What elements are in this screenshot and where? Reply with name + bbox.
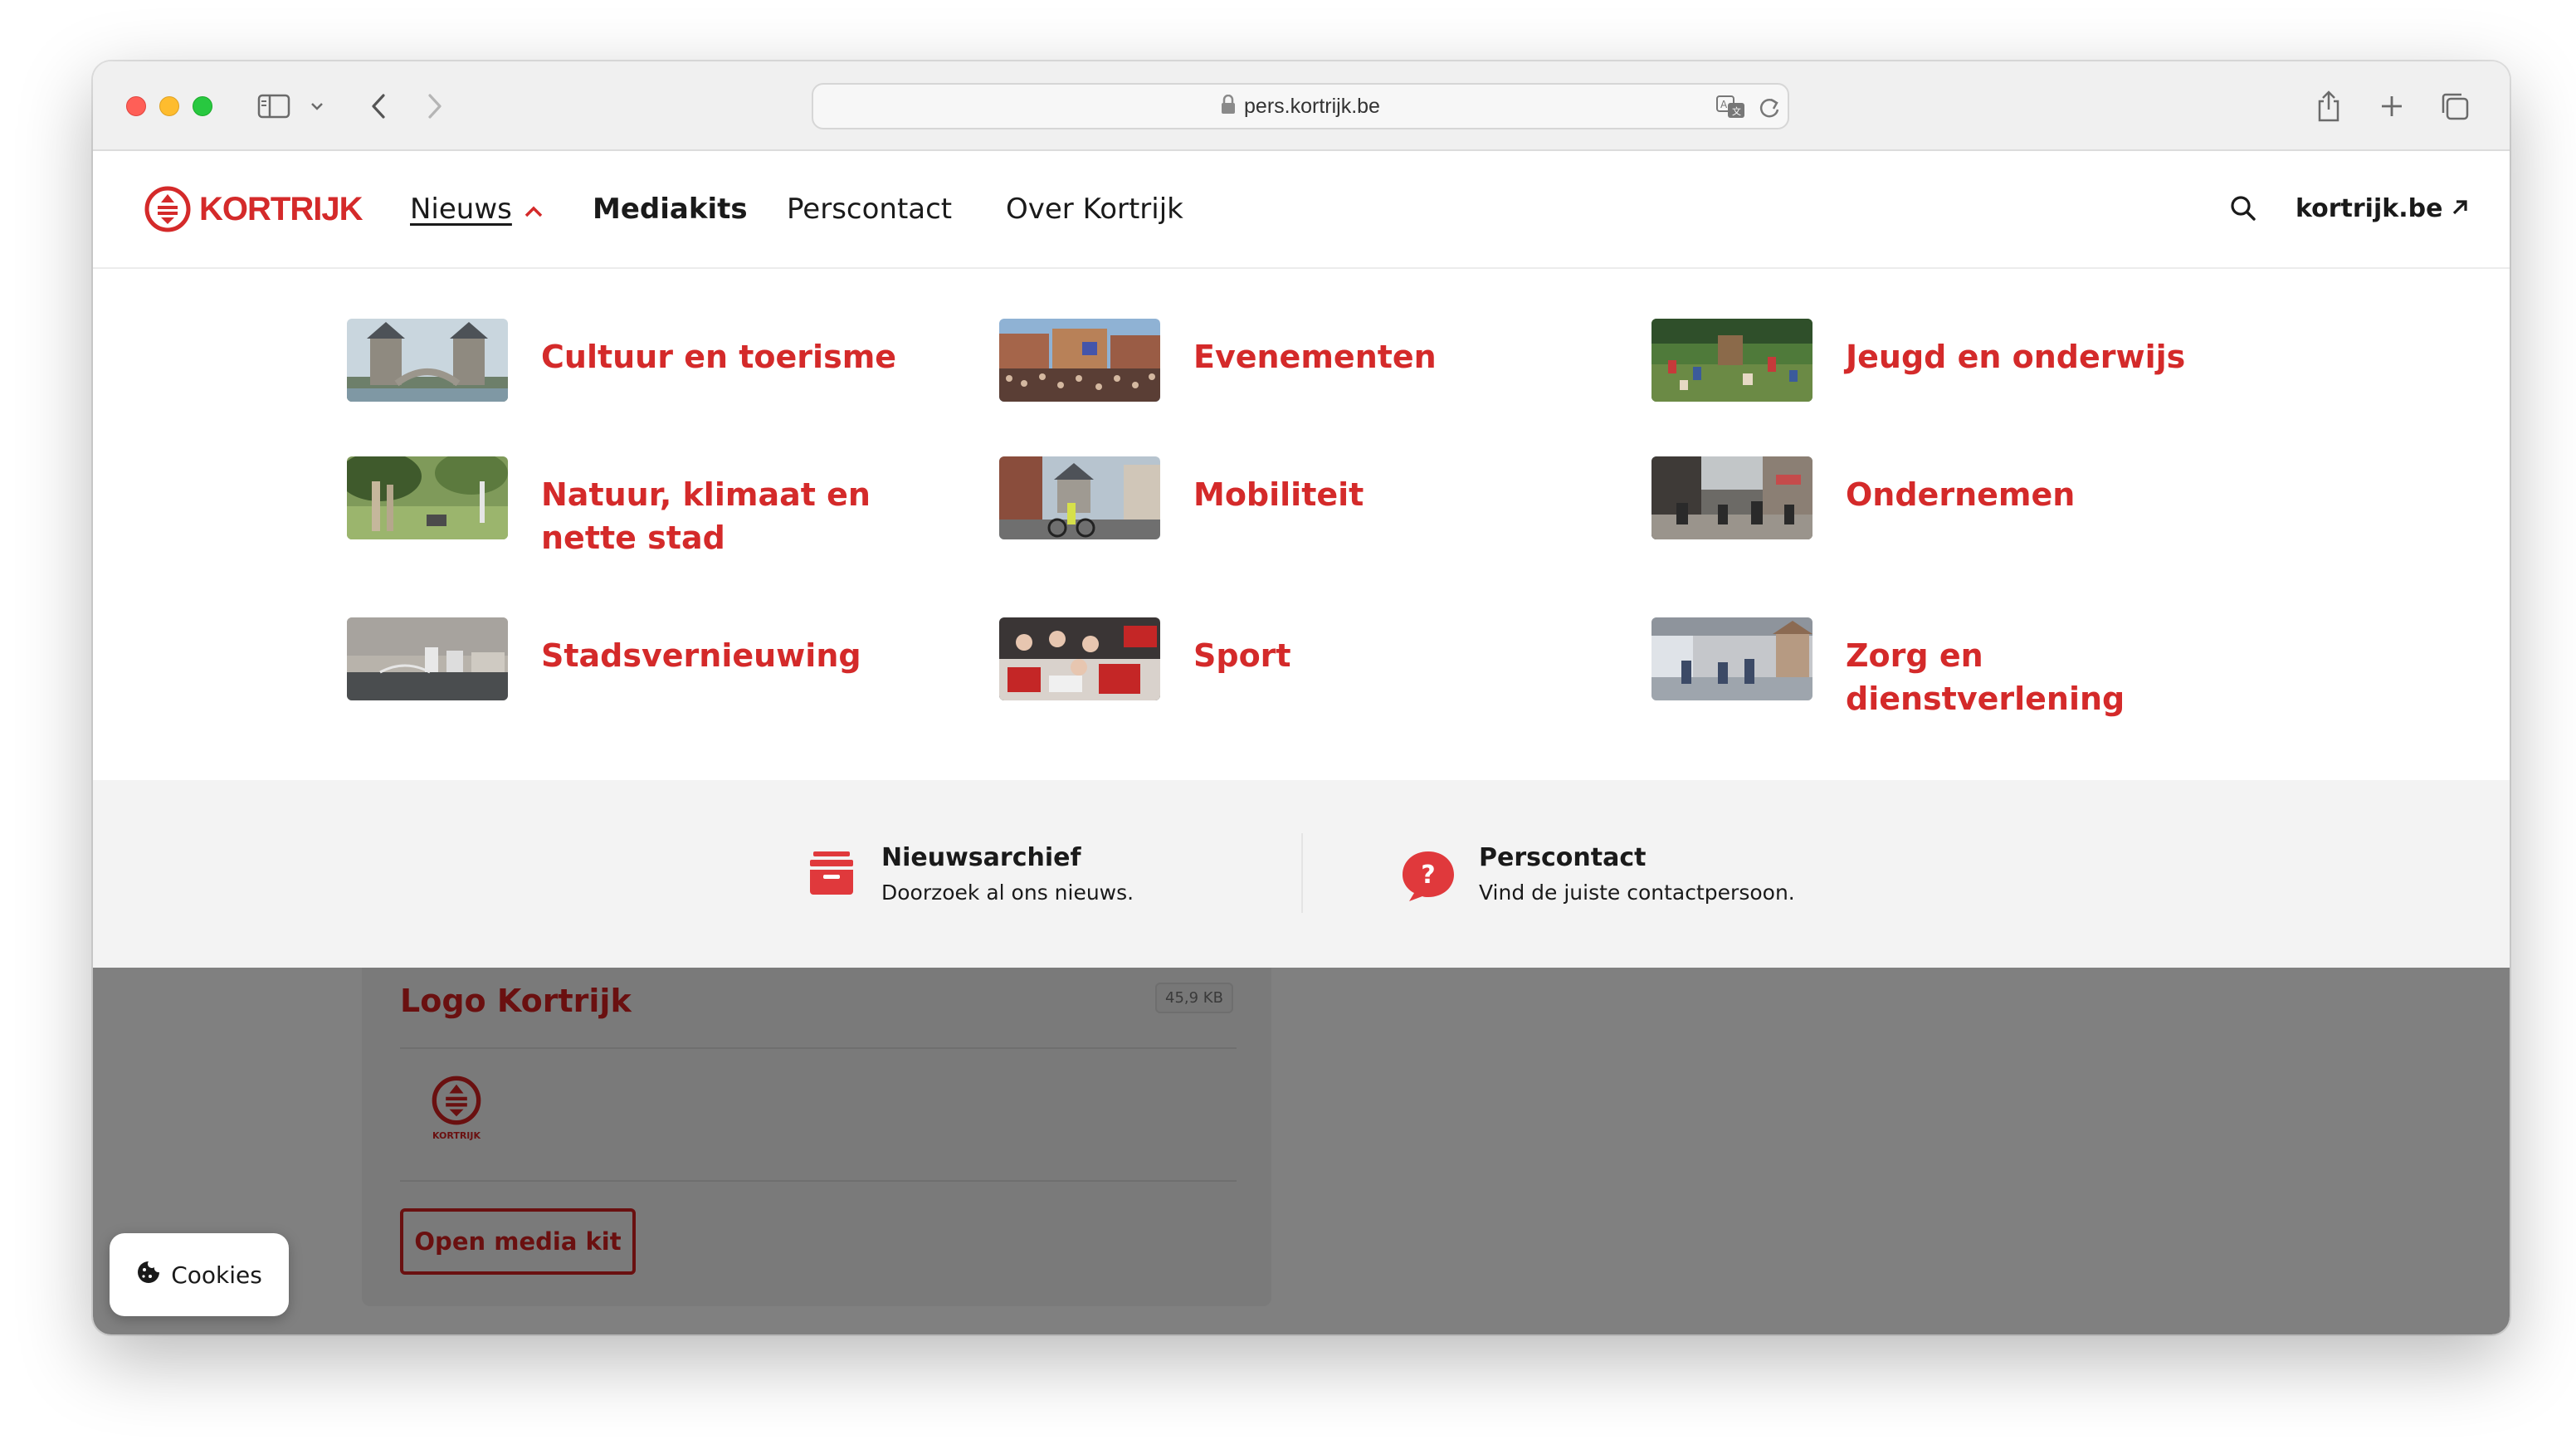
quick-link-title: Nieuwsarchief xyxy=(881,843,1081,872)
external-kortrijk-link[interactable]: kortrijk.be xyxy=(2295,194,2469,223)
back-icon[interactable] xyxy=(363,90,393,123)
share-icon[interactable] xyxy=(2314,90,2344,123)
nav-nieuws-label: Nieuws xyxy=(410,193,512,226)
category-label: Stadsvernieuwing xyxy=(541,637,861,674)
web-page: KORTRIJK Nieuws Mediakits Perscontact Ov… xyxy=(93,151,2510,1334)
thumbnail-image xyxy=(1651,319,1812,402)
category-label: Ondernemen xyxy=(1846,476,2076,513)
thumbnail-image xyxy=(347,319,508,402)
category-sport[interactable]: Sport xyxy=(999,617,1559,700)
kortrijk-logo[interactable]: KORTRIJK xyxy=(143,184,363,234)
cookies-button[interactable]: Cookies xyxy=(110,1233,289,1316)
quick-link-subtitle: Doorzoek al ons nieuws. xyxy=(881,881,1134,905)
category-cultuur-en-toerisme[interactable]: Cultuur en toerisme xyxy=(347,319,906,402)
open-media-kit-button[interactable]: Open media kit xyxy=(400,1208,636,1275)
lock-icon xyxy=(1221,94,1236,118)
question-bubble-icon: ? xyxy=(1401,850,1456,905)
site-header: KORTRIJK Nieuws Mediakits Perscontact Ov… xyxy=(93,151,2510,269)
file-size-badge: 45,9 KB xyxy=(1155,983,1233,1013)
quick-link-title: Perscontact xyxy=(1479,843,1647,872)
category-zorg-en-dienstverlening[interactable]: Zorg en dienstverlening xyxy=(1651,617,2211,720)
kortrijk-logo-preview: KORTRIJK xyxy=(423,1074,490,1141)
translate-icon[interactable]: A文 xyxy=(1716,95,1748,123)
minimize-window-button[interactable] xyxy=(159,96,179,116)
chevron-up-icon xyxy=(524,193,544,226)
thumbnail-image xyxy=(999,319,1160,402)
browser-toolbar: pers.kortrijk.be A文 xyxy=(93,61,2510,151)
category-jeugd-en-onderwijs[interactable]: Jeugd en onderwijs xyxy=(1651,319,2211,402)
forward-icon[interactable] xyxy=(420,90,450,123)
thumbnail-image xyxy=(999,456,1160,539)
dimmed-page-overlay[interactable]: Logo Kortrijk 45,9 KB KORTRIJK Open medi… xyxy=(93,968,2510,1334)
thumbnail-image xyxy=(347,456,508,539)
category-label: Evenementen xyxy=(1193,339,1437,375)
media-kit-card: Logo Kortrijk 45,9 KB KORTRIJK Open medi… xyxy=(362,968,1271,1306)
nav-over-kortrijk[interactable]: Over Kortrijk xyxy=(1006,193,1183,226)
arrow-up-right-icon xyxy=(2451,194,2469,223)
kortrijk-emblem-icon xyxy=(144,186,191,232)
thumbnail-image xyxy=(347,617,508,700)
svg-text:文: 文 xyxy=(1732,105,1741,117)
nav-nieuws[interactable]: Nieuws xyxy=(410,193,544,226)
category-mobiliteit[interactable]: Mobiliteit xyxy=(999,456,1559,539)
category-label: Cultuur en toerisme xyxy=(541,339,897,375)
nieuws-mega-menu: Cultuur en toerisme Evenementen Jeugd en… xyxy=(93,269,2510,780)
category-label: Zorg en dienstverlening xyxy=(1846,637,2125,717)
kortrijk-emblem-icon xyxy=(432,1076,481,1125)
category-label: Mobiliteit xyxy=(1193,476,1364,513)
archive-icon xyxy=(807,850,856,900)
url-text: pers.kortrijk.be xyxy=(1244,94,1380,118)
category-label: Jeugd en onderwijs xyxy=(1846,339,2186,375)
address-bar[interactable]: pers.kortrijk.be A文 xyxy=(812,83,1789,129)
mega-menu-quick-links: Nieuwsarchief Doorzoek al ons nieuws. ? … xyxy=(93,780,2510,968)
category-stadsvernieuwing[interactable]: Stadsvernieuwing xyxy=(347,617,906,700)
category-natuur-klimaat[interactable]: Natuur, klimaat en nette stad xyxy=(347,456,906,559)
thumbnail-image xyxy=(1651,617,1812,700)
external-link-label: kortrijk.be xyxy=(2295,194,2443,223)
browser-window: pers.kortrijk.be A文 KORTRIJK Nieuws Medi… xyxy=(93,61,2510,1334)
chevron-down-icon[interactable] xyxy=(307,90,327,123)
search-icon[interactable] xyxy=(2229,194,2257,226)
svg-text:?: ? xyxy=(1421,861,1435,890)
nav-perscontact[interactable]: Perscontact xyxy=(787,193,952,226)
divider xyxy=(400,1180,1237,1182)
sidebar-icon[interactable] xyxy=(256,90,292,123)
thumbnail-image xyxy=(999,617,1160,700)
divider xyxy=(1301,833,1303,913)
logo-text: KORTRIJK xyxy=(199,190,363,227)
quick-link-perscontact[interactable]: ? Perscontact Vind de juiste contactpers… xyxy=(1401,843,1795,905)
new-tab-icon[interactable] xyxy=(2377,90,2407,123)
nav-mediakits[interactable]: Mediakits xyxy=(593,193,748,226)
cookie-icon xyxy=(136,1260,161,1290)
zoom-window-button[interactable] xyxy=(193,96,212,116)
svg-text:A: A xyxy=(1720,99,1728,110)
divider xyxy=(400,1047,1237,1049)
reload-icon[interactable] xyxy=(1758,95,1781,123)
cookies-label: Cookies xyxy=(171,1261,262,1289)
category-evenementen[interactable]: Evenementen xyxy=(999,319,1559,402)
close-window-button[interactable] xyxy=(126,96,146,116)
category-label: Sport xyxy=(1193,637,1291,674)
tabs-overview-icon[interactable] xyxy=(2438,90,2471,123)
logo-caption: KORTRIJK xyxy=(432,1130,481,1141)
quick-link-subtitle: Vind de juiste contactpersoon. xyxy=(1479,881,1795,905)
category-label: Natuur, klimaat en nette stad xyxy=(541,476,871,556)
quick-link-nieuwsarchief[interactable]: Nieuwsarchief Doorzoek al ons nieuws. xyxy=(807,843,1134,905)
media-kit-title: Logo Kortrijk xyxy=(400,983,632,1019)
category-ondernemen[interactable]: Ondernemen xyxy=(1651,456,2211,539)
thumbnail-image xyxy=(1651,456,1812,539)
